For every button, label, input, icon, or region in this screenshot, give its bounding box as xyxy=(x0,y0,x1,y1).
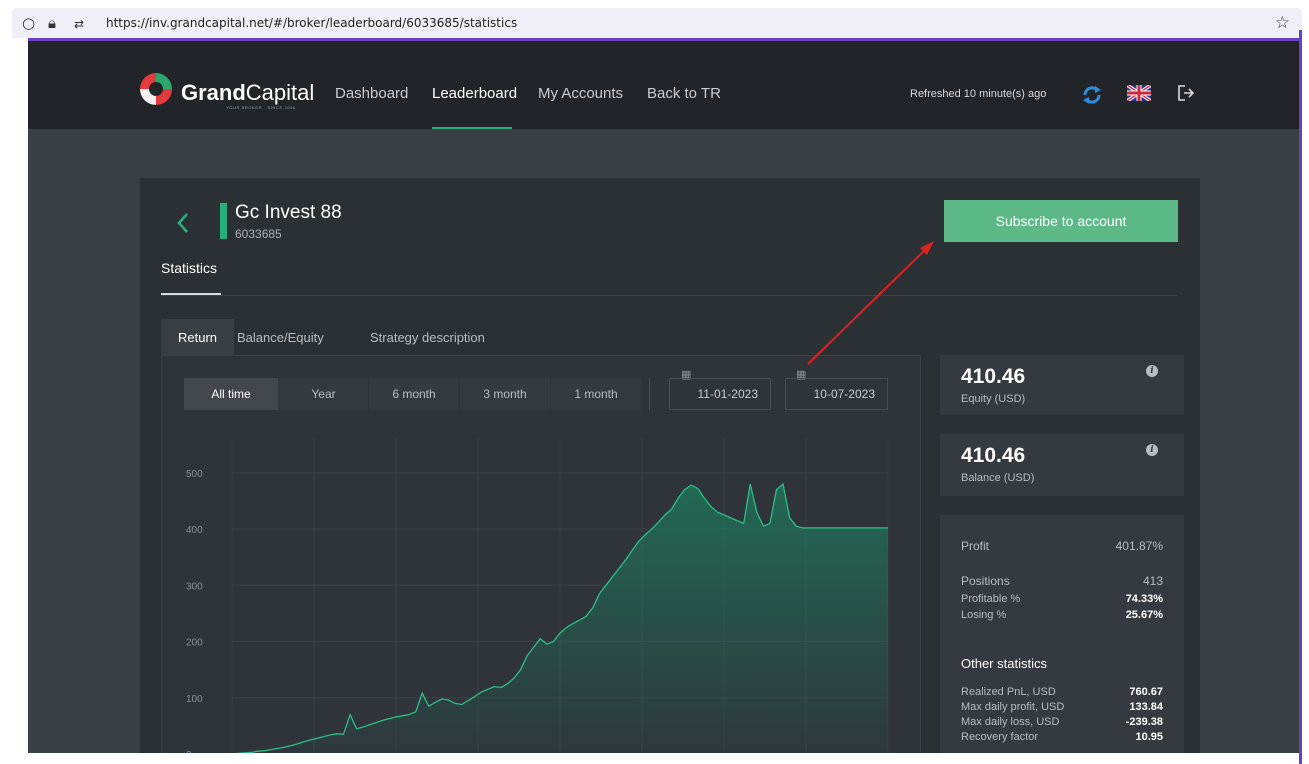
tab-balance-equity[interactable]: Balance/Equity xyxy=(220,319,341,355)
stat-profit: Profit 401.87% xyxy=(961,539,1163,553)
stat-positions: Positions 413 xyxy=(961,574,1163,588)
stat-losing: Losing % 25.67% xyxy=(961,609,1163,621)
y-tick-label: 400 xyxy=(186,525,203,536)
y-tick-label: 500 xyxy=(186,469,203,480)
grandcapital-logo-icon[interactable] xyxy=(140,73,172,105)
nav-my-accounts[interactable]: My Accounts xyxy=(538,85,623,103)
other-statistics-heading: Other statistics xyxy=(961,656,1047,671)
y-tick-label: 0 xyxy=(186,750,192,753)
shield-icon[interactable]: ○ xyxy=(22,14,35,32)
nav-back-to-tr[interactable]: Back to TR xyxy=(647,85,721,103)
stat-profitable: Profitable % 74.33% xyxy=(961,593,1163,605)
brand-tagline: YOUR BROKER · SINCE 2006 xyxy=(226,105,296,110)
account-panel: Gc Invest 88 6033685 Subscribe to accoun… xyxy=(140,178,1200,753)
subscribe-button[interactable]: Subscribe to account xyxy=(944,200,1178,242)
equity-label: Equity (USD) xyxy=(961,393,1026,405)
y-tick-label: 100 xyxy=(186,694,203,705)
lock-icon[interactable]: 🔒︎ xyxy=(48,14,56,32)
nav-leaderboard[interactable]: Leaderboard xyxy=(432,85,517,103)
balance-card: 410.46 Balance (USD) i xyxy=(940,434,1184,496)
nav-active-indicator xyxy=(432,127,512,129)
nav-dashboard[interactable]: Dashboard xyxy=(335,85,408,103)
stat-realized-pnl: Realized PnL, USD 760.67 xyxy=(961,686,1163,698)
url-text[interactable]: https://inv.grandcapital.net/#/broker/le… xyxy=(106,16,517,30)
chart-area: All time Year 6 month 3 month 1 month ▦ … xyxy=(161,355,921,753)
stat-max-daily-profit: Max daily profit, USD 133.84 xyxy=(961,701,1163,713)
back-chevron-icon[interactable] xyxy=(176,212,190,234)
balance-value: 410.46 xyxy=(961,444,1026,467)
stat-max-daily-loss: Max daily loss, USD -239.38 xyxy=(961,716,1163,728)
balance-label: Balance (USD) xyxy=(961,472,1035,484)
equity-card: 410.46 Equity (USD) i xyxy=(940,355,1184,415)
info-icon[interactable]: i xyxy=(1146,365,1158,377)
brand-name[interactable]: GrandCapital xyxy=(181,81,314,105)
window-border-right xyxy=(1299,30,1302,764)
permissions-icon[interactable]: ⇄ xyxy=(74,15,84,33)
logout-icon[interactable] xyxy=(1176,83,1196,103)
account-color-bar xyxy=(220,203,227,239)
account-name: Gc Invest 88 xyxy=(235,202,342,223)
uk-flag-icon[interactable] xyxy=(1127,85,1151,101)
tab-strategy-description[interactable]: Strategy description xyxy=(353,319,502,355)
browser-url-bar[interactable]: ○ 🔒︎ ⇄ https://inv.grandcapital.net/#/br… xyxy=(12,8,1302,38)
y-tick-label: 300 xyxy=(186,581,203,592)
refresh-status: Refreshed 10 minute(s) ago xyxy=(910,88,1047,100)
tab-statistics[interactable]: Statistics xyxy=(161,260,217,276)
stats-card: Profit 401.87% Positions 413 Profitable % 7… xyxy=(940,515,1184,753)
divider xyxy=(161,295,1177,296)
stat-recovery-factor: Recovery factor 10.95 xyxy=(961,731,1163,743)
top-navigation: GrandCapital YOUR BROKER · SINCE 2006 Da… xyxy=(28,41,1299,129)
y-tick-label: 200 xyxy=(186,638,203,649)
equity-value: 410.46 xyxy=(961,365,1026,388)
bookmark-star-icon[interactable]: ☆ xyxy=(1275,13,1290,33)
account-id: 6033685 xyxy=(235,227,282,241)
sync-icon[interactable] xyxy=(1082,85,1102,105)
info-icon[interactable]: i xyxy=(1146,444,1158,456)
app-window: GrandCapital YOUR BROKER · SINCE 2006 Da… xyxy=(28,41,1299,753)
return-chart: 0 100 200 300 400 500 xyxy=(186,439,889,753)
